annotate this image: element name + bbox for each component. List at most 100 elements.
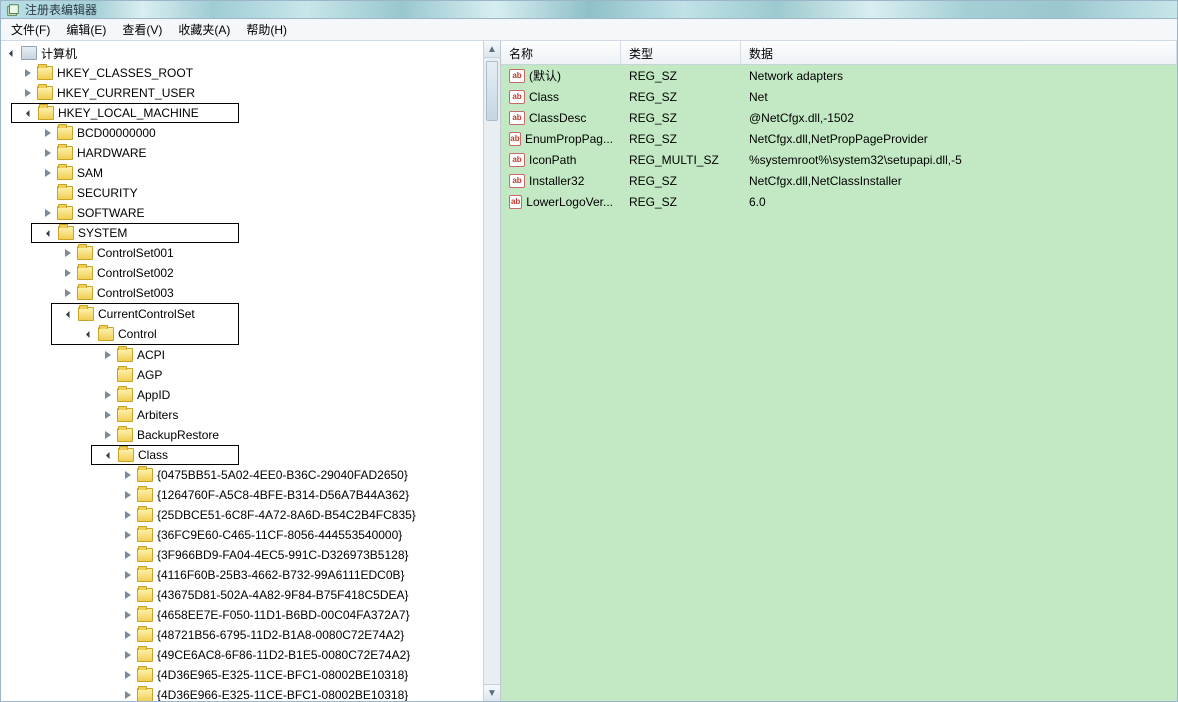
list-row[interactable]: abLowerLogoVer...REG_SZ6.0 (501, 191, 1177, 212)
folder-icon (77, 266, 93, 280)
scroll-up-button[interactable]: ▲ (484, 41, 500, 58)
list-row[interactable]: abIconPathREG_MULTI_SZ%systemroot%\syste… (501, 149, 1177, 170)
expander-icon[interactable] (101, 348, 115, 362)
values-list[interactable]: ab(默认)REG_SZNetwork adaptersabClassREG_S… (501, 65, 1177, 701)
tree-label: {4658EE7E-F050-11D1-B6BD-00C04FA372A7} (157, 608, 416, 622)
tree-class-guid[interactable]: {4D36E966-E325-11CE-BFC1-08002BE10318} (3, 685, 483, 701)
expander-icon[interactable] (121, 588, 135, 602)
tree-class-guid[interactable]: {3F966BD9-FA04-4EC5-991C-D326973B5128} (3, 545, 483, 565)
expander-icon[interactable] (121, 548, 135, 562)
expander-icon[interactable] (62, 307, 76, 321)
tree-label: BCD00000000 (77, 126, 162, 140)
expander-icon[interactable] (5, 46, 19, 60)
tree-hkcr[interactable]: HKEY_CLASSES_ROOT (3, 63, 483, 83)
tree-acpi[interactable]: ACPI (3, 345, 483, 365)
string-value-icon: ab (509, 111, 525, 125)
tree-class-guid[interactable]: {49CE6AC8-6F86-11D2-B1E5-0080C72E74A2} (3, 645, 483, 665)
list-row[interactable]: ab(默认)REG_SZNetwork adapters (501, 65, 1177, 86)
expander-icon[interactable] (121, 608, 135, 622)
tree-appid[interactable]: AppID (3, 385, 483, 405)
header-data[interactable]: 数据 (741, 41, 1177, 64)
tree-class[interactable]: Class (91, 445, 239, 465)
tree-sam[interactable]: SAM (3, 163, 483, 183)
tree-bcd[interactable]: BCD00000000 (3, 123, 483, 143)
tree-label: Class (138, 448, 174, 462)
expander-icon[interactable] (121, 688, 135, 701)
expander-icon[interactable] (121, 628, 135, 642)
expander-icon[interactable] (121, 568, 135, 582)
value-type: REG_MULTI_SZ (621, 153, 741, 167)
menu-file[interactable]: 文件(F) (5, 19, 56, 40)
tree-software[interactable]: SOFTWARE (3, 203, 483, 223)
tree-class-guid[interactable]: {43675D81-502A-4A82-9F84-B75F418C5DEA} (3, 585, 483, 605)
tree-backuprestore[interactable]: BackupRestore (3, 425, 483, 445)
expander-icon[interactable] (101, 428, 115, 442)
expander-icon[interactable] (21, 86, 35, 100)
expander-icon[interactable] (42, 226, 56, 240)
registry-tree[interactable]: 计算机 HKEY_CLASSES_ROOT HKEY_CURRENT_USER (1, 41, 483, 701)
expander-icon[interactable] (101, 388, 115, 402)
tree-label: {4D36E966-E325-11CE-BFC1-08002BE10318} (157, 688, 414, 701)
scroll-down-button[interactable]: ▼ (484, 684, 500, 701)
tree-cs3[interactable]: ControlSet003 (3, 283, 483, 303)
tree-hkcu[interactable]: HKEY_CURRENT_USER (3, 83, 483, 103)
tree-label: Control (118, 327, 163, 341)
list-row[interactable]: abInstaller32REG_SZNetCfgx.dll,NetClassI… (501, 170, 1177, 191)
tree-cs2[interactable]: ControlSet002 (3, 263, 483, 283)
tree-class-guid[interactable]: {48721B56-6795-11D2-B1A8-0080C72E74A2} (3, 625, 483, 645)
expander-icon[interactable] (41, 146, 55, 160)
tree-class-guid[interactable]: {1264760F-A5C8-4BFE-B314-D56A7B44A362} (3, 485, 483, 505)
tree-class-guid[interactable]: {4658EE7E-F050-11D1-B6BD-00C04FA372A7} (3, 605, 483, 625)
header-name[interactable]: 名称 (501, 41, 621, 64)
expander-icon[interactable] (61, 246, 75, 260)
header-type[interactable]: 类型 (621, 41, 741, 64)
menu-help[interactable]: 帮助(H) (240, 19, 293, 40)
expander-icon[interactable] (61, 266, 75, 280)
menu-view[interactable]: 查看(V) (116, 19, 168, 40)
tree-class-guid[interactable]: {36FC9E60-C465-11CF-8056-444553540000} (3, 525, 483, 545)
list-row[interactable]: abClassDescREG_SZ@NetCfgx.dll,-1502 (501, 107, 1177, 128)
expander-icon[interactable] (102, 448, 116, 462)
expander-icon[interactable] (61, 286, 75, 300)
list-row[interactable]: abEnumPropPag...REG_SZNetCfgx.dll,NetPro… (501, 128, 1177, 149)
tree-hklm[interactable]: HKEY_LOCAL_MACHINE (11, 103, 239, 123)
tree-class-guid[interactable]: {4D36E965-E325-11CE-BFC1-08002BE10318} (3, 665, 483, 685)
expander-icon[interactable] (121, 528, 135, 542)
tree-arbiters[interactable]: Arbiters (3, 405, 483, 425)
folder-icon (117, 428, 133, 442)
tree-control[interactable]: Control (52, 324, 238, 344)
tree-label: 计算机 (41, 45, 83, 62)
expander-icon[interactable] (21, 66, 35, 80)
tree-label: {49CE6AC8-6F86-11D2-B1E5-0080C72E74A2} (157, 648, 416, 662)
expander-icon[interactable] (121, 468, 135, 482)
scroll-thumb[interactable] (486, 61, 498, 121)
tree-label: ControlSet001 (97, 246, 180, 260)
folder-icon (57, 166, 73, 180)
expander-icon[interactable] (22, 106, 36, 120)
tree-class-guid[interactable]: {4116F60B-25B3-4662-B732-99A6111EDC0B} (3, 565, 483, 585)
tree-agp[interactable]: AGP (3, 365, 483, 385)
expander-icon[interactable] (41, 166, 55, 180)
expander-icon[interactable] (41, 206, 55, 220)
tree-hardware[interactable]: HARDWARE (3, 143, 483, 163)
list-row[interactable]: abClassREG_SZNet (501, 86, 1177, 107)
expander-icon[interactable] (121, 508, 135, 522)
expander-icon[interactable] (41, 126, 55, 140)
expander-icon[interactable] (82, 327, 96, 341)
tree-root[interactable]: 计算机 (3, 43, 483, 63)
expander-icon[interactable] (121, 668, 135, 682)
tree-class-guid[interactable]: {0475BB51-5A02-4EE0-B36C-29040FAD2650} (3, 465, 483, 485)
tree-ccs[interactable]: CurrentControlSet (52, 304, 238, 324)
expander-icon[interactable] (121, 648, 135, 662)
tree-security[interactable]: SECURITY (3, 183, 483, 203)
tree-vertical-scrollbar[interactable]: ▲ ▼ (483, 41, 500, 701)
tree-system[interactable]: SYSTEM (31, 223, 239, 243)
tree-cs1[interactable]: ControlSet001 (3, 243, 483, 263)
folder-icon (57, 186, 73, 200)
tree-class-guid[interactable]: {25DBCE51-6C8F-4A72-8A6D-B54C2B4FC835} (3, 505, 483, 525)
menu-favorites[interactable]: 收藏夹(A) (172, 19, 236, 40)
expander-icon[interactable] (101, 408, 115, 422)
menu-edit[interactable]: 编辑(E) (60, 19, 112, 40)
tree-label: HARDWARE (77, 146, 153, 160)
expander-icon[interactable] (121, 488, 135, 502)
